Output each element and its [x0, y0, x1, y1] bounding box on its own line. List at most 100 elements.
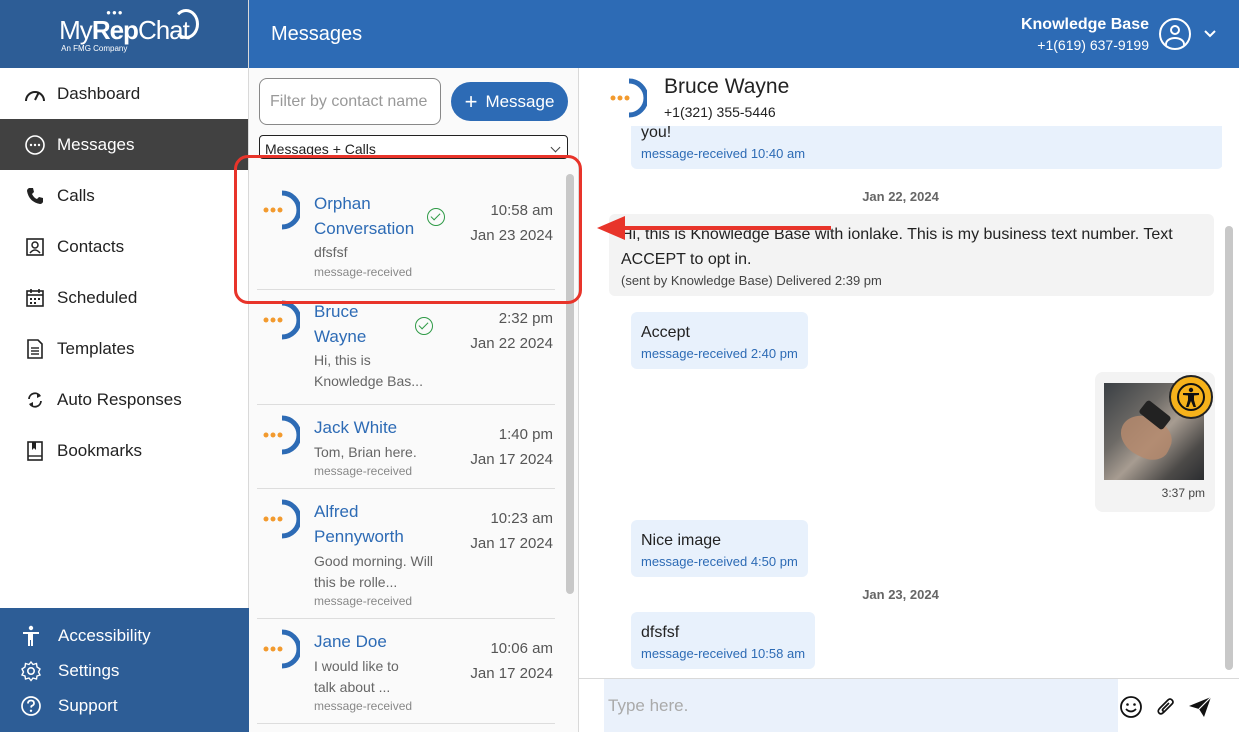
sidebar-item-label: Support: [58, 695, 118, 715]
refresh-icon: [24, 389, 46, 411]
top-header: Messages Knowledge Base +1(619) 637-9199: [249, 0, 1239, 68]
chat-icon: [24, 134, 46, 156]
chat-header: Bruce Wayne +1(321) 355-5446: [579, 68, 1239, 126]
logo-arc-icon: [172, 9, 199, 39]
chat-scrollbar[interactable]: [1225, 226, 1233, 670]
document-icon: [24, 338, 46, 360]
sidebar-item-templates[interactable]: Templates: [0, 323, 248, 374]
logo-dots-icon: ●●●: [106, 8, 124, 17]
arrow-annotation-icon: [597, 216, 831, 240]
emoji-icon[interactable]: [1117, 693, 1145, 721]
sidebar-item-label: Contacts: [57, 236, 125, 256]
message-bubble: Nice image message-received 4:50 pm: [631, 520, 808, 577]
sidebar-item-messages[interactable]: Messages: [0, 119, 248, 170]
account-menu[interactable]: Knowledge Base +1(619) 637-9199: [1021, 16, 1217, 53]
sidebar-item-label: Messages: [57, 134, 135, 154]
sidebar-item-label: Dashboard: [57, 83, 141, 103]
conversation-name: Bruce Wayne: [314, 302, 367, 346]
chevron-down-icon: [550, 142, 561, 153]
accessibility-icon: [20, 625, 42, 647]
conversation-item[interactable]: Alfred Pennyworth 10:23 am Jan 17 2024 Go…: [257, 489, 555, 619]
sidebar-item-label: Accessibility: [58, 625, 151, 645]
sidebar-item-calls[interactable]: Calls: [0, 170, 248, 221]
account-phone: +1(619) 637-9199: [1037, 36, 1149, 53]
sidebar-item-scheduled[interactable]: Scheduled: [0, 272, 248, 323]
chevron-down-icon[interactable]: [1203, 27, 1217, 41]
help-circle-icon: [20, 695, 42, 717]
conversation-time: 10:23 am Jan 17 2024: [470, 510, 553, 552]
conversation-name: Jack White: [314, 418, 398, 437]
sidebar-item-label: Scheduled: [57, 287, 138, 307]
avatar-icon[interactable]: [1159, 18, 1191, 50]
send-icon[interactable]: [1186, 693, 1214, 721]
message-bubble: Accept message-received 2:40 pm: [631, 312, 808, 369]
contact-logo-icon: [263, 300, 300, 340]
date-separator: Jan 22, 2024: [862, 189, 939, 204]
sidebar-item-label: Templates: [57, 338, 135, 358]
calendar-icon: [24, 287, 46, 309]
sidebar-item-contacts[interactable]: Contacts: [0, 221, 248, 272]
sidebar-item-settings[interactable]: Settings: [0, 653, 249, 688]
sidebar-item-accessibility[interactable]: Accessibility: [0, 618, 249, 653]
conversation-status: message-received: [314, 699, 413, 713]
contact-logo-icon: [263, 415, 300, 455]
conversation-name: Jane Doe: [314, 632, 387, 651]
sidebar-item-auto-responses[interactable]: Auto Responses: [0, 374, 248, 425]
conversation-time: 2:32 pm Jan 22 2024: [470, 310, 553, 352]
sidebar-item-bookmarks[interactable]: Bookmarks: [0, 425, 248, 476]
sidebar-item-label: Bookmarks: [57, 440, 143, 460]
new-message-label: Message: [485, 91, 555, 111]
conversation-time: 10:06 am Jan 17 2024: [470, 640, 553, 682]
conversation-item[interactable]: Jack White 1:40 pm Jan 17 2024 Tom, Brian…: [257, 405, 555, 489]
main-nav: Dashboard Messages Calls Contacts Schedu…: [0, 68, 248, 476]
contact-logo-icon: [263, 499, 300, 539]
conversation-item[interactable]: Bruce Wayne 2:32 pm Jan 22 2024 Hi, this …: [257, 290, 555, 405]
message-bubble: dfsfsf message-received 10:58 am: [631, 612, 816, 669]
conversation-preview: Good morning. Will this be rolle...: [314, 553, 434, 590]
page-title: Messages: [271, 22, 363, 45]
gear-icon: [20, 660, 42, 682]
accessibility-icon: [1177, 383, 1205, 411]
plus-icon: +: [464, 88, 478, 114]
message-thread: you! message-received 10:40 am Jan 22, 2…: [579, 126, 1222, 678]
conversation-item[interactable]: Jane Doe 10:06 am Jan 17 2024 I would lik…: [257, 619, 555, 724]
chat-pane: Bruce Wayne +1(321) 355-5446 you! messag…: [579, 68, 1239, 732]
conversation-preview: I would like to talk about ...: [314, 658, 399, 695]
highlight-annotation: [234, 155, 582, 304]
sidebar: ●●● MyRepChat An FMG Company Dashboard M…: [0, 0, 249, 732]
conversation-name: Alfred Pennyworth: [314, 502, 404, 546]
sidebar-item-label: Settings: [58, 660, 120, 680]
verified-check-icon: [415, 317, 433, 335]
account-name: Knowledge Base: [1020, 15, 1149, 33]
conversation-preview: Tom, Brian here.: [314, 444, 417, 460]
myrepchat-logo: ●●● MyRepChat An FMG Company: [59, 8, 199, 53]
sidebar-bottom-nav: Accessibility Settings Support: [0, 608, 249, 732]
bookmark-icon: [24, 440, 46, 462]
sidebar-item-label: Calls: [57, 185, 95, 205]
message-bubble: you! message-received 10:40 am: [631, 126, 1222, 169]
sidebar-item-support[interactable]: Support: [0, 688, 249, 723]
filter-contact-input[interactable]: [259, 78, 441, 125]
app-window: ●●● MyRepChat An FMG Company Dashboard M…: [0, 0, 1239, 732]
gauge-icon: [24, 83, 46, 105]
phone-icon: [24, 185, 46, 207]
accessibility-widget-button[interactable]: [1169, 375, 1213, 419]
sidebar-item-label: Auto Responses: [57, 389, 182, 409]
contact-logo-icon: [610, 78, 647, 118]
date-separator: Jan 23, 2024: [862, 587, 939, 602]
chat-contact-phone: +1(321) 355-5446: [664, 104, 776, 120]
contact-logo-icon: [263, 629, 300, 669]
message-composer: [579, 678, 1239, 732]
conversation-preview: Hi, this is Knowledge Bas...: [314, 352, 423, 389]
logo-bar[interactable]: ●●● MyRepChat An FMG Company: [0, 0, 248, 68]
conversation-time: 1:40 pm Jan 17 2024: [470, 426, 553, 468]
message-input[interactable]: [604, 679, 1118, 732]
image-time: 3:37 pm: [1161, 486, 1205, 500]
paperclip-icon[interactable]: [1152, 693, 1180, 721]
sidebar-item-dashboard[interactable]: Dashboard: [0, 68, 248, 119]
conversation-status: message-received: [314, 594, 413, 608]
contact-card-icon: [24, 236, 46, 258]
new-message-button[interactable]: + Message: [451, 82, 568, 121]
chat-contact-name: Bruce Wayne: [664, 75, 790, 98]
conversation-status: message-received: [314, 464, 413, 478]
